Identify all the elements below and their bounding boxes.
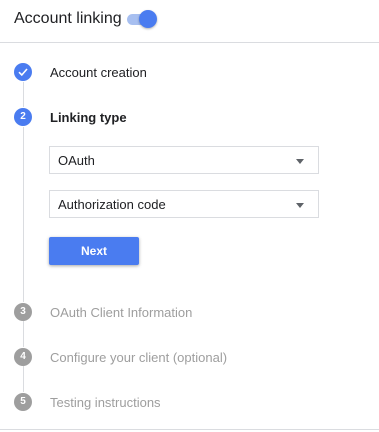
grant-type-select[interactable]: Authorization code <box>49 190 319 218</box>
step-5-label[interactable]: Testing instructions <box>50 395 161 410</box>
step-connector <box>23 321 24 347</box>
dropdown-caret-icon <box>296 203 304 208</box>
header-divider <box>0 42 379 43</box>
linking-type-value: OAuth <box>58 153 95 168</box>
step-connector <box>23 127 24 302</box>
step-2-label[interactable]: Linking type <box>50 110 127 125</box>
step-4-label[interactable]: Configure your client (optional) <box>50 350 227 365</box>
linking-type-select[interactable]: OAuth <box>49 146 319 174</box>
check-icon <box>18 68 28 77</box>
dropdown-caret-icon <box>296 159 304 164</box>
account-linking-toggle[interactable] <box>127 10 157 28</box>
step-1-label[interactable]: Account creation <box>50 65 147 80</box>
step-4-number: 4 <box>14 348 32 366</box>
step-5-number: 5 <box>14 393 32 411</box>
step-3-label[interactable]: OAuth Client Information <box>50 305 192 320</box>
header: Account linking <box>0 0 379 42</box>
page-title: Account linking <box>14 10 122 27</box>
step-1-check-icon <box>14 63 32 81</box>
step-connector <box>23 82 24 107</box>
toggle-thumb <box>139 10 157 28</box>
footer-divider <box>0 429 379 430</box>
next-button[interactable]: Next <box>49 237 139 265</box>
step-3-number: 3 <box>14 303 32 321</box>
step-connector <box>23 366 24 392</box>
step-2-number: 2 <box>14 108 32 126</box>
grant-type-value: Authorization code <box>58 197 166 212</box>
